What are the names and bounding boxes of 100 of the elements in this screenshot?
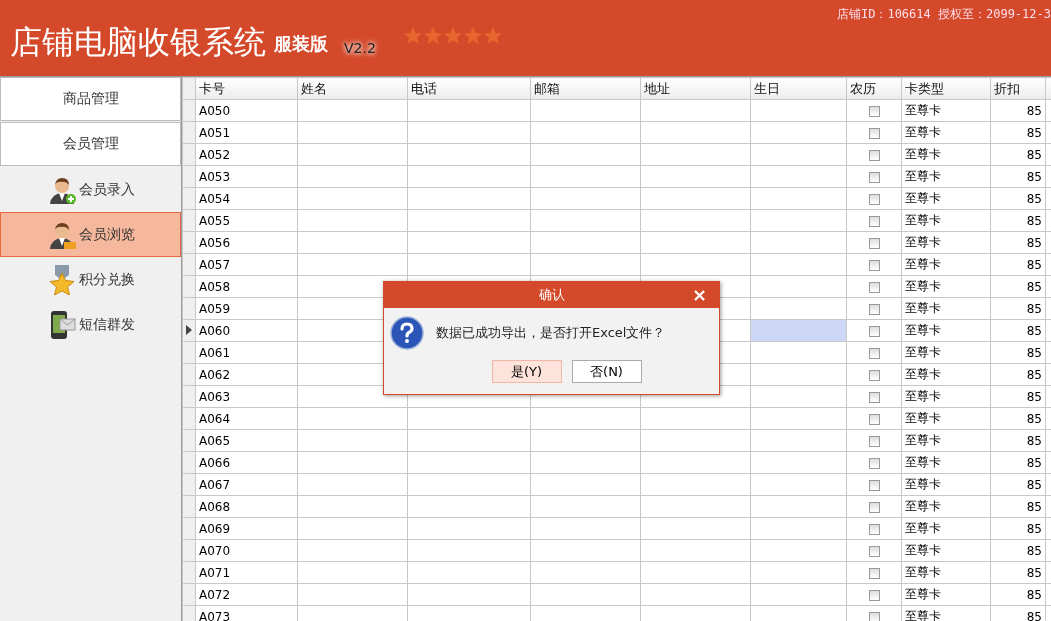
- column-header[interactable]: 电话: [407, 77, 531, 100]
- table-cell: 至尊卡: [905, 257, 941, 271]
- table-cell: 85: [1026, 345, 1042, 360]
- table-cell: A064: [199, 411, 231, 426]
- table-cell: 至尊卡: [905, 565, 941, 579]
- table-cell: 85: [1026, 565, 1042, 580]
- column-header[interactable]: 姓名: [297, 77, 408, 100]
- sidebar-item[interactable]: 会员浏览: [0, 212, 181, 257]
- lunar-checkbox[interactable]: [868, 171, 880, 183]
- table-cell: A069: [199, 521, 231, 536]
- table-cell: 至尊卡: [905, 389, 941, 403]
- column-header[interactable]: 生日: [750, 77, 847, 100]
- lunar-checkbox[interactable]: [868, 303, 880, 315]
- lunar-checkbox[interactable]: [868, 193, 880, 205]
- close-button[interactable]: ×: [687, 284, 711, 306]
- lunar-checkbox[interactable]: [868, 501, 880, 513]
- lunar-checkbox[interactable]: [868, 215, 880, 227]
- dialog-title: 确认: [538, 286, 565, 304]
- lunar-checkbox[interactable]: [868, 149, 880, 161]
- table-cell: 85: [1026, 455, 1042, 470]
- sidebar-section-button[interactable]: 会员管理: [0, 122, 181, 166]
- column-header[interactable]: 农历: [846, 77, 902, 100]
- dialog-button[interactable]: 是(Y): [491, 360, 562, 383]
- table-cell: A053: [199, 169, 231, 184]
- lunar-checkbox[interactable]: [868, 281, 880, 293]
- table-cell: 至尊卡: [905, 499, 941, 513]
- table-cell: 85: [1026, 587, 1042, 602]
- table-cell: A073: [199, 609, 231, 621]
- table-cell: A054: [199, 191, 231, 206]
- lunar-checkbox[interactable]: [868, 237, 880, 249]
- dialog-button[interactable]: 否(N): [571, 360, 642, 383]
- table-cell: A059: [199, 301, 231, 316]
- column-header[interactable]: 卡类型: [901, 77, 991, 100]
- table-cell: 85: [1026, 499, 1042, 514]
- table-cell: 85: [1026, 433, 1042, 448]
- table-cell: 85: [1026, 477, 1042, 492]
- table-cell: 至尊卡: [905, 125, 941, 139]
- lunar-checkbox[interactable]: [868, 523, 880, 535]
- column-header[interactable]: 折扣: [990, 77, 1046, 100]
- table-cell: 85: [1026, 191, 1042, 206]
- table-cell: 至尊卡: [905, 323, 941, 337]
- table-cell: A068: [199, 499, 231, 514]
- table-cell: A050: [199, 103, 231, 118]
- lunar-checkbox[interactable]: [868, 545, 880, 557]
- table-cell: 至尊卡: [905, 587, 941, 601]
- table-cell: 至尊卡: [905, 433, 941, 447]
- table-cell: 至尊卡: [905, 279, 941, 293]
- lunar-checkbox[interactable]: [868, 589, 880, 601]
- table-cell: 至尊卡: [905, 213, 941, 227]
- table-cell: A056: [199, 235, 231, 250]
- lunar-checkbox[interactable]: [868, 259, 880, 271]
- table-cell: 至尊卡: [905, 147, 941, 161]
- column-header[interactable]: 邮箱: [530, 77, 641, 100]
- table-cell: 至尊卡: [905, 543, 941, 557]
- table-cell: A061: [199, 345, 231, 360]
- lunar-checkbox[interactable]: [868, 369, 880, 381]
- table-cell: 至尊卡: [905, 411, 941, 425]
- table-cell: A057: [199, 257, 231, 272]
- lunar-checkbox[interactable]: [868, 457, 880, 469]
- table-cell: 85: [1026, 389, 1042, 404]
- lunar-checkbox[interactable]: [868, 413, 880, 425]
- table-cell: 85: [1026, 103, 1042, 118]
- lunar-checkbox[interactable]: [868, 105, 880, 117]
- lunar-checkbox[interactable]: [868, 325, 880, 337]
- stars-icon: [404, 27, 504, 45]
- sidebar-item[interactable]: 积分兑换: [0, 257, 181, 302]
- table-cell: A058: [199, 279, 231, 294]
- sidebar-item[interactable]: 短信群发: [0, 302, 181, 347]
- table-cell: 至尊卡: [905, 455, 941, 469]
- table-cell: 至尊卡: [905, 367, 941, 381]
- table-cell: 至尊卡: [905, 477, 941, 491]
- table-cell: A052: [199, 147, 231, 162]
- table-cell: A065: [199, 433, 231, 448]
- table-cell: 至尊卡: [905, 235, 941, 249]
- table-cell: 85: [1026, 543, 1042, 558]
- table-cell: 至尊卡: [905, 301, 941, 315]
- lunar-checkbox[interactable]: [868, 611, 880, 621]
- column-header[interactable]: 地址: [640, 77, 751, 100]
- sidebar-section-button[interactable]: 商品管理: [0, 77, 181, 121]
- table-cell: 至尊卡: [905, 521, 941, 535]
- table-cell: 85: [1026, 367, 1042, 382]
- table-cell: 至尊卡: [905, 169, 941, 183]
- app-title: 店铺电脑收银系统: [10, 22, 266, 62]
- table-cell: A071: [199, 565, 231, 580]
- lunar-checkbox[interactable]: [868, 391, 880, 403]
- table-cell: A067: [199, 477, 231, 492]
- lunar-checkbox[interactable]: [868, 435, 880, 447]
- lunar-checkbox[interactable]: [868, 347, 880, 359]
- table-cell: 85: [1026, 257, 1042, 272]
- lunar-checkbox[interactable]: [868, 479, 880, 491]
- shop-info: 店铺ID：106614 授权至：2099-12-3: [836, 6, 1051, 23]
- column-header[interactable]: 卡号: [195, 77, 298, 100]
- table-cell: 至尊卡: [905, 103, 941, 117]
- table-cell: A055: [199, 213, 231, 228]
- lunar-checkbox[interactable]: [868, 567, 880, 579]
- table-cell: A051: [199, 125, 231, 140]
- current-row-icon: [186, 324, 192, 335]
- lunar-checkbox[interactable]: [868, 127, 880, 139]
- sidebar-item[interactable]: 会员录入: [0, 167, 181, 212]
- table-cell: A070: [199, 543, 231, 558]
